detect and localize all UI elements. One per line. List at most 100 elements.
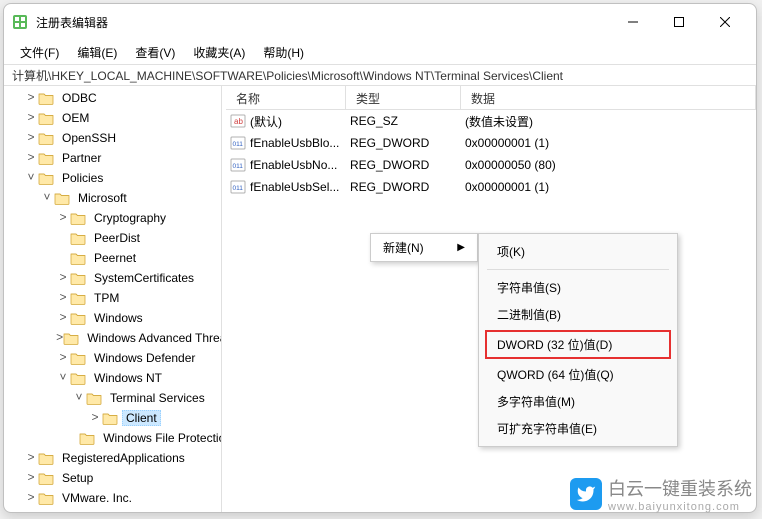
tree-item[interactable]: ˃Cryptography	[4, 208, 221, 228]
tree-item[interactable]: ˃ Partner	[4, 148, 221, 168]
window-title: 注册表编辑器	[36, 14, 610, 31]
tree-item[interactable]: ˃PeerDist	[4, 228, 221, 248]
close-button[interactable]	[702, 6, 748, 38]
folder-icon	[70, 211, 86, 225]
tree-item[interactable]: ˃ ODBC	[4, 88, 221, 108]
chevron-down-icon[interactable]: ˅	[56, 371, 70, 385]
menu-edit[interactable]: 编辑(E)	[69, 42, 125, 63]
tree-item[interactable]: ˅ Windows NT	[4, 368, 221, 388]
tree-item[interactable]: ˃Windows	[4, 308, 221, 328]
ctx-item-key[interactable]: 项(K)	[479, 238, 677, 265]
value-type: REG_SZ	[350, 114, 465, 128]
tree-item[interactable]: ˃OEM	[4, 108, 221, 128]
menu-view[interactable]: 查看(V)	[127, 42, 183, 63]
twitter-icon	[570, 478, 602, 510]
chevron-right-icon[interactable]: ˃	[24, 451, 38, 465]
ctx-item-multi[interactable]: 多字符串值(M)	[479, 388, 677, 415]
value-data: 0x00000050 (80)	[465, 158, 756, 172]
tree-label: TPM	[90, 291, 123, 305]
menu-fav[interactable]: 收藏夹(A)	[185, 42, 253, 63]
chevron-right-icon[interactable]: ˃	[56, 271, 70, 285]
ctx-item-string[interactable]: 字符串值(S)	[479, 274, 677, 301]
chevron-right-icon[interactable]: ˃	[24, 91, 38, 105]
ctx-item-qword[interactable]: QWORD (64 位)值(Q)	[479, 361, 677, 388]
folder-icon	[86, 391, 102, 405]
tree-label: PeerDist	[90, 231, 144, 245]
chevron-right-icon[interactable]: ˃	[24, 151, 38, 165]
folder-icon	[63, 331, 79, 345]
tree-item[interactable]: ˃Windows Defender	[4, 348, 221, 368]
tree-label: Partner	[58, 151, 105, 165]
address-bar[interactable]: 计算机\HKEY_LOCAL_MACHINE\SOFTWARE\Policies…	[4, 64, 756, 86]
menu-file[interactable]: 文件(F)	[12, 42, 67, 63]
col-data[interactable]: 数据	[461, 86, 756, 109]
chevron-right-icon: ▶	[457, 242, 465, 253]
titlebar[interactable]: 注册表编辑器	[4, 4, 756, 40]
folder-icon	[70, 311, 86, 325]
chevron-right-icon[interactable]: ˃	[56, 211, 70, 225]
chevron-right-icon[interactable]: ˃	[24, 471, 38, 485]
list-row[interactable]: ab(默认)REG_SZ(数值未设置)	[226, 110, 756, 132]
tree-item[interactable]: ˃Windows File Protection	[4, 428, 221, 448]
tree-panel[interactable]: ˃ODBC˃OEM˃OpenSSH˃Partner˅Policies˅Micro…	[4, 86, 222, 512]
folder-icon	[102, 411, 118, 425]
list-row[interactable]: 011fEnableUsbBlo...REG_DWORD0x00000001 (…	[226, 132, 756, 154]
menu-help[interactable]: 帮助(H)	[255, 42, 312, 63]
tree-item[interactable]: ˃Setup	[4, 468, 221, 488]
list-row[interactable]: 011fEnableUsbNo...REG_DWORD0x00000050 (8…	[226, 154, 756, 176]
chevron-down-icon[interactable]: ˅	[24, 171, 38, 185]
tree-item[interactable]: ˅Terminal Services	[4, 388, 221, 408]
chevron-right-icon[interactable]: ˃	[24, 131, 38, 145]
chevron-right-icon[interactable]: ˃	[88, 411, 102, 425]
menubar: 文件(F) 编辑(E) 查看(V) 收藏夹(A) 帮助(H)	[4, 40, 756, 64]
chevron-right-icon[interactable]: ˃	[24, 491, 38, 505]
tree-label: Windows Advanced Threat Protection	[83, 331, 222, 345]
value-type: REG_DWORD	[350, 136, 465, 150]
folder-icon	[38, 91, 54, 105]
tree-label: Peernet	[90, 251, 140, 265]
ctx-item-expand[interactable]: 可扩充字符串值(E)	[479, 415, 677, 442]
maximize-button[interactable]	[656, 6, 702, 38]
tree-item[interactable]: ˃ Windows Advanced Threat Protection	[4, 328, 221, 348]
col-type[interactable]: 类型	[346, 86, 461, 109]
chevron-right-icon[interactable]: ˃	[56, 331, 63, 345]
ctx-new[interactable]: 新建(N) ▶	[371, 234, 477, 261]
tree-item[interactable]: ˃OpenSSH	[4, 128, 221, 148]
minimize-button[interactable]	[610, 6, 656, 38]
svg-text:ab: ab	[234, 117, 243, 126]
tree-item[interactable]: ˃ TPM	[4, 288, 221, 308]
tree-label: Client	[122, 410, 161, 426]
chevron-right-icon[interactable]: ˃	[56, 351, 70, 365]
tree-label: Windows File Protection	[99, 431, 222, 445]
watermark-url: www.baiyunxitong.com	[608, 501, 752, 513]
folder-icon	[38, 151, 54, 165]
tree-item[interactable]: ˅Microsoft	[4, 188, 221, 208]
context-menu-new: 项(K) 字符串值(S)二进制值(B)DWORD (32 位)值(D)QWORD …	[478, 233, 678, 447]
ctx-item-dword[interactable]: DWORD (32 位)值(D)	[485, 330, 671, 359]
tree-label: ODBC	[58, 91, 101, 105]
tree-label: Windows NT	[90, 371, 166, 385]
watermark-brand: 白云一键重装系统	[608, 479, 752, 499]
chevron-down-icon[interactable]: ˅	[40, 191, 54, 205]
folder-icon	[38, 471, 54, 485]
tree-item[interactable]: ˃VMware. Inc.	[4, 488, 221, 508]
chevron-right-icon[interactable]: ˃	[56, 311, 70, 325]
value-data: 0x00000001 (1)	[465, 180, 756, 194]
chevron-right-icon[interactable]: ˃	[24, 111, 38, 125]
folder-icon	[70, 371, 86, 385]
tree-item[interactable]: ˅Policies	[4, 168, 221, 188]
tree-item[interactable]: ˃SystemCertificates	[4, 268, 221, 288]
col-name[interactable]: 名称	[226, 86, 346, 109]
folder-icon	[38, 491, 54, 505]
value-data: 0x00000001 (1)	[465, 136, 756, 150]
tree-item[interactable]: ˃Peernet	[4, 248, 221, 268]
chevron-down-icon[interactable]: ˅	[72, 391, 86, 405]
ctx-item-binary[interactable]: 二进制值(B)	[479, 301, 677, 328]
tree-item[interactable]: ˃ Client	[4, 408, 221, 428]
tree-item[interactable]: ˃RegisteredApplications	[4, 448, 221, 468]
chevron-right-icon[interactable]: ˃	[56, 291, 70, 305]
value-name: fEnableUsbNo...	[250, 158, 350, 172]
folder-icon	[70, 271, 86, 285]
svg-text:011: 011	[233, 141, 244, 148]
list-row[interactable]: 011fEnableUsbSel...REG_DWORD0x00000001 (…	[226, 176, 756, 198]
